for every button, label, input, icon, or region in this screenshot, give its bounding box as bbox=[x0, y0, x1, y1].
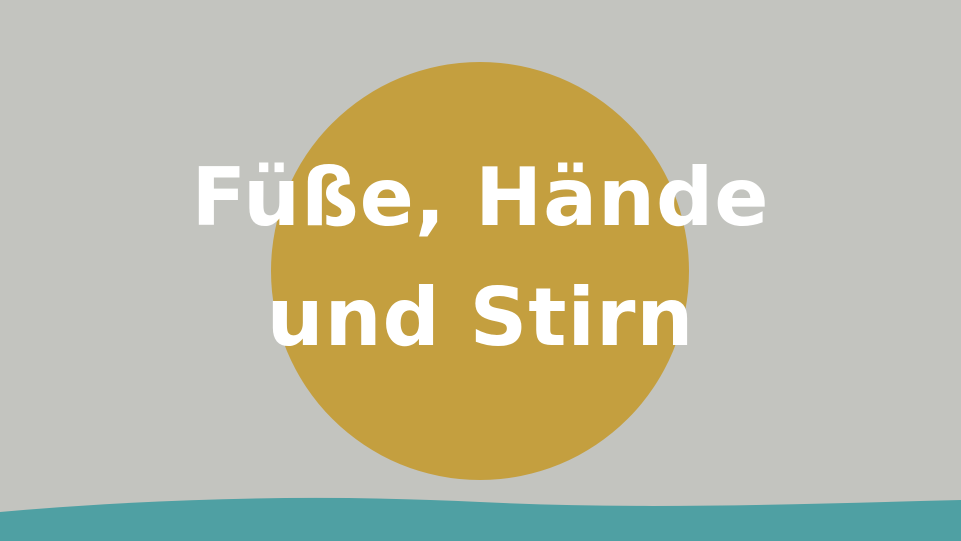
slide-title: Füße, Hände und Stirn bbox=[0, 138, 961, 378]
title-line-1: Füße, Hände bbox=[191, 151, 770, 244]
wave-shape bbox=[0, 497, 961, 541]
title-line-2: und Stirn bbox=[266, 271, 695, 364]
wave-band bbox=[0, 497, 961, 541]
slide-canvas: Füße, Hände und Stirn bbox=[0, 0, 961, 541]
